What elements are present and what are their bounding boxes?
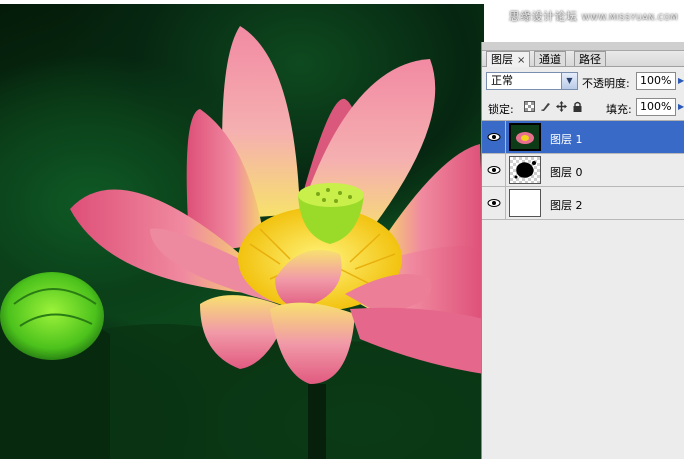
layers-panel: 图层 × 通道 路径 正常 ▼ 不透明度: 100% ▶ 锁定: 填充: 100… xyxy=(481,42,684,459)
eye-icon[interactable] xyxy=(485,195,503,211)
layer-divider xyxy=(505,187,506,219)
layer-divider xyxy=(505,154,506,186)
chevron-down-icon[interactable]: ▼ xyxy=(561,73,577,89)
watermark: 思缘设计论坛 WWW.MISSYUAN.COM xyxy=(509,8,678,24)
lock-position-icon[interactable] xyxy=(556,101,567,112)
lock-transparent-pixels-icon[interactable] xyxy=(524,101,535,112)
lock-row: 锁定: 填充: 100% ▶ xyxy=(482,94,684,121)
lock-all-icon[interactable] xyxy=(572,101,583,112)
layer-name: 图层 0 xyxy=(550,166,583,179)
opacity-slider-arrow-icon[interactable]: ▶ xyxy=(678,75,684,87)
fill-label: 填充: xyxy=(606,103,632,116)
close-icon[interactable]: × xyxy=(517,55,525,66)
layer-thumbnail-mask xyxy=(509,156,541,184)
layer-row[interactable]: 图层 1 xyxy=(482,121,684,154)
blend-mode-value: 正常 xyxy=(491,74,513,87)
tab-channels-label: 通道 xyxy=(539,53,561,66)
watermark-text: 思缘设计论坛 xyxy=(508,10,578,23)
layer-divider xyxy=(505,121,506,153)
opacity-value: 100% xyxy=(640,74,672,87)
tab-layers[interactable]: 图层 × xyxy=(486,51,531,67)
tab-paths[interactable]: 路径 xyxy=(574,51,606,66)
opacity-label: 不透明度: xyxy=(582,77,630,90)
fill-input[interactable]: 100% xyxy=(636,98,676,116)
lock-label: 锁定: xyxy=(488,103,514,116)
panel-title-strip[interactable] xyxy=(482,42,684,51)
eye-icon[interactable] xyxy=(485,162,503,178)
lock-image-pixels-icon[interactable] xyxy=(540,101,551,112)
eye-icon[interactable] xyxy=(485,129,503,145)
blend-row: 正常 ▼ 不透明度: 100% ▶ xyxy=(482,68,684,94)
layer-name: 图层 2 xyxy=(550,199,583,212)
watermark-site: WWW.MISSYUAN.COM xyxy=(581,13,678,22)
tab-channels[interactable]: 通道 xyxy=(534,51,566,66)
canvas-photo[interactable] xyxy=(0,4,484,459)
black-blob-thumbnail-icon xyxy=(514,161,536,179)
fill-value: 100% xyxy=(640,100,672,113)
panel-tab-bar: 图层 × 通道 路径 xyxy=(482,42,684,67)
fill-slider-arrow-icon[interactable]: ▶ xyxy=(678,101,684,113)
layer-thumbnail-lotus xyxy=(509,123,541,151)
layer-thumbnail-white xyxy=(509,189,541,217)
lotus-thumbnail-icon xyxy=(511,125,539,149)
opacity-input[interactable]: 100% xyxy=(636,72,676,90)
lotus-image xyxy=(0,26,484,459)
layer-row[interactable]: 图层 2 xyxy=(482,187,684,220)
layer-row[interactable]: 图层 0 xyxy=(482,154,684,187)
layer-name: 图层 1 xyxy=(550,133,583,146)
tab-layers-label: 图层 xyxy=(491,53,513,66)
blend-mode-select[interactable]: 正常 ▼ xyxy=(486,72,578,90)
tab-paths-label: 路径 xyxy=(579,53,601,66)
